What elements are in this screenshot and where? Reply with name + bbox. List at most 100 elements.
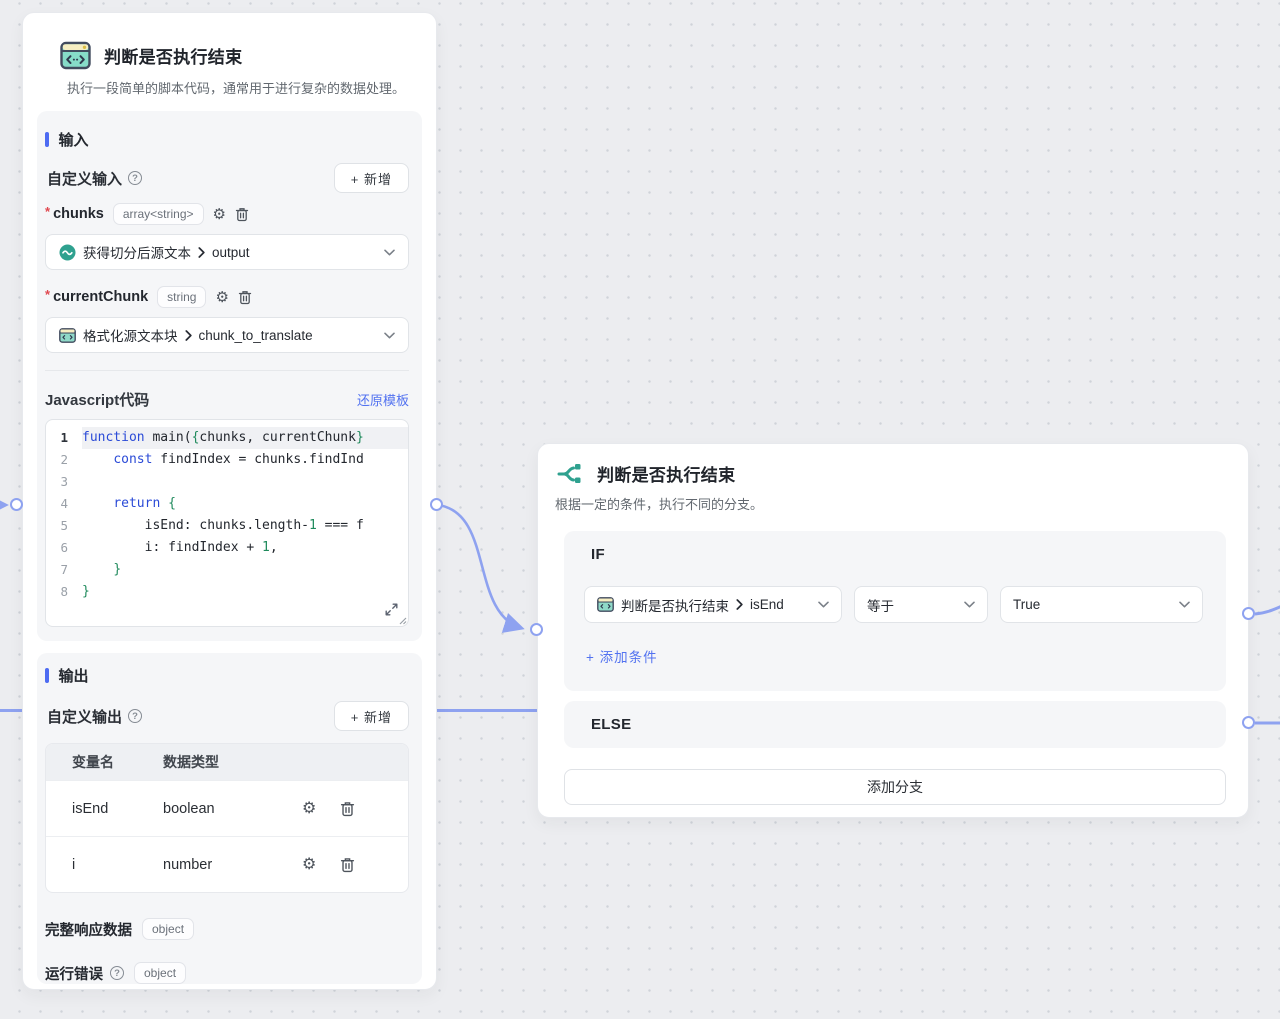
var-type: boolean (156, 801, 302, 817)
output-panel: 输出 自定义输出 ? + 新增 变量名 数据类型 isEnd boolean ⚙ (37, 653, 422, 984)
code-text: isEnd: chunks.length-1 === f (82, 515, 408, 537)
trash-icon[interactable] (340, 801, 355, 817)
code-line[interactable]: 5 isEnd: chunks.length-1 === f (46, 515, 408, 537)
code-window-icon (60, 41, 91, 70)
field-name-currentchunk: currentChunk (53, 289, 148, 305)
edge-if-output[interactable] (1255, 606, 1280, 614)
trash-icon[interactable] (238, 290, 252, 305)
ref-value: isEnd (750, 597, 784, 612)
condition-right-operand-select[interactable]: True (1000, 586, 1203, 623)
reset-template-link[interactable]: 还原模板 (357, 390, 409, 409)
table-row[interactable]: i number ⚙ (46, 836, 408, 892)
wave-circle-icon (59, 244, 76, 261)
code-line[interactable]: 2 const findIndex = chunks.findInd (46, 449, 408, 471)
code-text: return { (82, 493, 408, 515)
code-line[interactable]: 1function main({chunks, currentChunk} (46, 427, 408, 449)
output-port-if-branch[interactable] (1242, 607, 1255, 620)
code-line[interactable]: 8} (46, 581, 408, 603)
section-bar (45, 132, 49, 147)
gear-icon[interactable]: ⚙ (302, 857, 316, 873)
table-row[interactable]: isEnd boolean ⚙ (46, 780, 408, 836)
type-badge: string (157, 286, 206, 308)
edge-code-to-condition[interactable] (438, 505, 521, 628)
code-text: const findIndex = chunks.findInd (82, 449, 408, 471)
code-window-icon (59, 328, 76, 343)
input-port-condition-node[interactable] (530, 623, 543, 636)
required-mark: * (45, 287, 50, 302)
gear-icon[interactable]: ⚙ (215, 290, 228, 305)
trash-icon[interactable] (340, 857, 355, 873)
type-badge: array<string> (113, 203, 204, 225)
code-node-header: 判断是否执行结束 (60, 41, 242, 70)
output-variable-table: 变量名 数据类型 isEnd boolean ⚙ i numbe (45, 743, 409, 893)
if-branch-panel: IF 判断是否执行结束 isEnd 等于 (564, 531, 1226, 691)
condition-node-card[interactable]: 判断是否执行结束 根据一定的条件，执行不同的分支。 IF 判断是否执行结束 is… (537, 443, 1249, 818)
input-port-code-node[interactable] (10, 498, 23, 511)
trash-icon[interactable] (235, 207, 249, 222)
code-node-card[interactable]: 判断是否执行结束 执行一段简单的脚本代码，通常用于进行复杂的数据处理。 输入 自… (22, 12, 437, 990)
add-input-button[interactable]: + 新增 (334, 163, 409, 193)
var-name: isEnd (46, 801, 156, 817)
divider (45, 370, 409, 371)
branch-split-icon (556, 462, 583, 486)
add-output-button[interactable]: + 新增 (334, 701, 409, 731)
input-section-title: 输入 (59, 129, 89, 150)
ref-value: output (212, 245, 250, 260)
code-text (82, 471, 408, 493)
chevron-down-icon (1179, 601, 1190, 608)
output-section-title: 输出 (59, 665, 89, 686)
condition-operator-select[interactable]: 等于 (854, 586, 988, 623)
expand-icon[interactable] (385, 603, 398, 616)
ref-source: 判断是否执行结束 (621, 595, 729, 615)
help-icon[interactable]: ? (128, 709, 142, 723)
code-line[interactable]: 7 } (46, 559, 408, 581)
line-number: 2 (46, 449, 82, 471)
object-badge: object (142, 918, 194, 940)
help-icon[interactable]: ? (110, 966, 124, 980)
chevron-down-icon (964, 601, 975, 608)
output-port-else-branch[interactable] (1242, 716, 1255, 729)
code-text: function main({chunks, currentChunk} (82, 427, 408, 449)
line-number: 8 (46, 581, 82, 603)
line-number: 4 (46, 493, 82, 515)
node-title: 判断是否执行结束 (597, 461, 735, 486)
table-header-row: 变量名 数据类型 (46, 744, 408, 780)
chunks-ref-select[interactable]: 获得切分后源文本 output (45, 234, 409, 270)
code-editor-lines: 1function main({chunks, currentChunk}2 c… (46, 427, 408, 603)
condition-left-operand-select[interactable]: 判断是否执行结束 isEnd (584, 586, 842, 623)
gear-icon[interactable]: ⚙ (213, 207, 226, 222)
chevron-down-icon (818, 601, 829, 608)
operator-value: 等于 (867, 595, 894, 615)
ref-source: 格式化源文本块 (83, 325, 178, 345)
if-label: IF (591, 546, 605, 563)
custom-output-label: 自定义输出 (47, 706, 122, 727)
currentchunk-ref-select[interactable]: 格式化源文本块 chunk_to_translate (45, 317, 409, 353)
chevron-down-icon (384, 332, 395, 339)
code-line[interactable]: 3 (46, 471, 408, 493)
section-bar (45, 668, 49, 683)
help-icon[interactable]: ? (128, 171, 142, 185)
ref-value: chunk_to_translate (199, 328, 313, 343)
gear-icon[interactable]: ⚙ (302, 801, 316, 817)
ref-source: 获得切分后源文本 (83, 242, 191, 262)
code-editor[interactable]: 1function main({chunks, currentChunk}2 c… (45, 419, 409, 627)
chevron-right-icon (198, 247, 205, 258)
line-number: 5 (46, 515, 82, 537)
code-line[interactable]: 6 i: findIndex + 1, (46, 537, 408, 559)
compare-value: True (1013, 597, 1040, 612)
code-line[interactable]: 4 return { (46, 493, 408, 515)
input-panel: 输入 自定义输入 ? + 新增 * chunks array<string> ⚙ (37, 111, 422, 641)
output-port-code-node[interactable] (430, 498, 443, 511)
required-mark: * (45, 204, 50, 219)
add-condition-link[interactable]: + 添加条件 (586, 646, 658, 666)
resize-handle-icon[interactable] (398, 616, 407, 625)
full-response-label: 完整响应数据 (45, 919, 132, 940)
condition-node-header: 判断是否执行结束 (556, 461, 735, 486)
line-number: 7 (46, 559, 82, 581)
var-type: number (156, 857, 302, 873)
add-branch-button[interactable]: 添加分支 (564, 769, 1226, 805)
line-number: 1 (46, 427, 82, 449)
chevron-right-icon (185, 330, 192, 341)
custom-input-label: 自定义输入 (47, 168, 122, 189)
line-number: 3 (46, 471, 82, 493)
